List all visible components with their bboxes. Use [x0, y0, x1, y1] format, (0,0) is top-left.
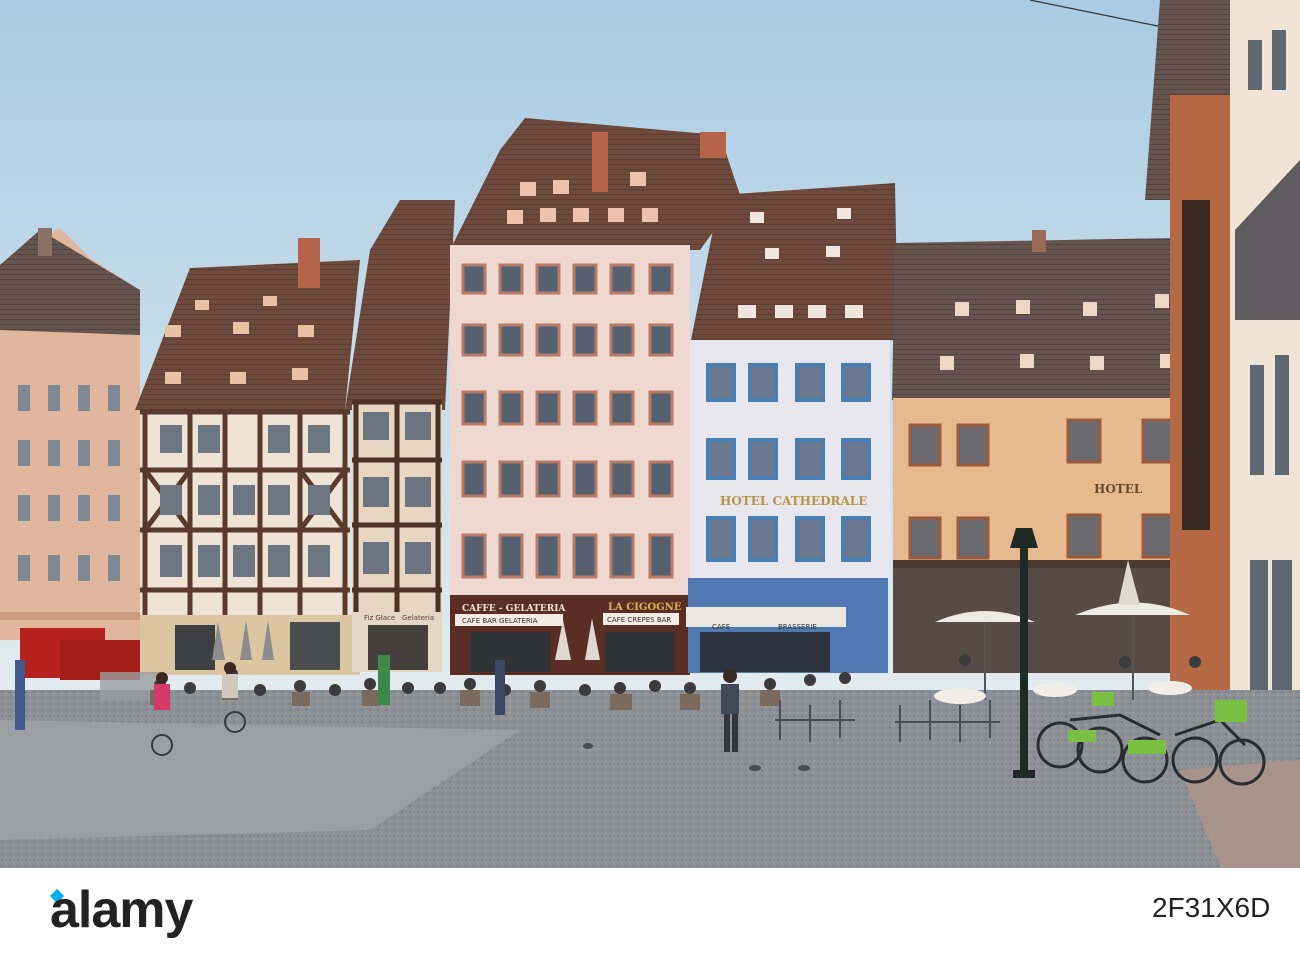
sign-cafe-crepes-bar: CAFE CREPES BAR — [607, 616, 671, 624]
hotel-cathedrale-building: HOTEL CATHEDRALE CAFE BRASSERIE — [686, 183, 898, 673]
watermark-image-id: 2F31X6D — [1152, 892, 1271, 923]
sign-hotel-cathedrale: HOTEL CATHEDRALE — [720, 494, 867, 508]
sign-cafe: CAFE — [712, 623, 730, 631]
sign-gelateria-small: Gelateria — [402, 614, 434, 622]
watermark-brand: alamy — [50, 881, 193, 939]
sign-caffe-gelateria: CAFFE - GELATERIA — [462, 604, 566, 614]
sign-la-cigogne: LA CIGOGNE — [608, 602, 682, 613]
left-building — [0, 228, 140, 640]
photo-scene: Fiz Glace Gelateria CAFFE - GELATERIA CA… — [0, 0, 1300, 957]
watermark-band — [0, 868, 1300, 957]
sign-brasserie: BRASSERIE — [778, 623, 817, 631]
sign-hotel-right: HOTEL — [1094, 482, 1143, 496]
sign-fiz-glace: Fiz Glace — [364, 614, 395, 622]
sign-cafe-bar-gelateria: CAFE BAR GELATERIA — [462, 617, 538, 625]
